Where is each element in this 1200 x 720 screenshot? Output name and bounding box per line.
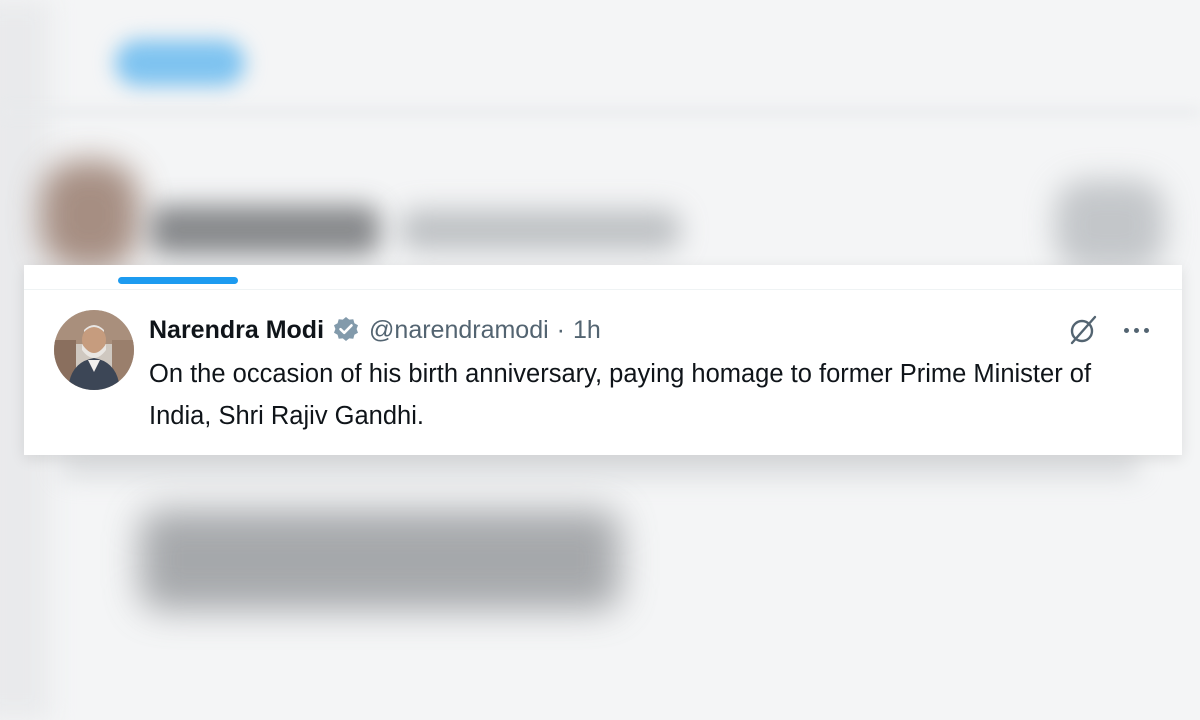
tweet-header: Narendra Modi @narendramodi · 1h (149, 313, 601, 347)
header-separator: · (556, 315, 565, 344)
more-dot (1143, 327, 1149, 333)
more-options-icon[interactable] (1118, 315, 1154, 345)
active-tab-indicator (118, 277, 238, 284)
blurred-shadow (60, 452, 1140, 478)
avatar-image (54, 310, 134, 390)
user-handle[interactable]: @narendramodi (369, 316, 549, 345)
more-dot (1133, 327, 1139, 333)
blurred-handle (400, 210, 680, 250)
blurred-icon (1055, 180, 1165, 270)
tab-bar (24, 265, 1182, 290)
grok-icon[interactable] (1066, 313, 1100, 347)
verified-badge-icon[interactable] (331, 315, 361, 345)
tweet-card[interactable]: Narendra Modi @narendramodi · 1h On the … (24, 265, 1182, 455)
more-dot (1123, 327, 1129, 333)
display-name[interactable]: Narendra Modi (149, 316, 324, 345)
avatar[interactable] (54, 310, 134, 390)
blurred-avatar (40, 160, 140, 270)
blurred-divider (0, 108, 1200, 116)
tweet-timestamp[interactable]: 1h (573, 316, 601, 345)
blurred-name (150, 205, 380, 255)
blurred-follow-button (115, 40, 245, 86)
tweet-text: On the occasion of his birth anniversary… (149, 360, 1092, 430)
blurred-text (140, 510, 620, 610)
